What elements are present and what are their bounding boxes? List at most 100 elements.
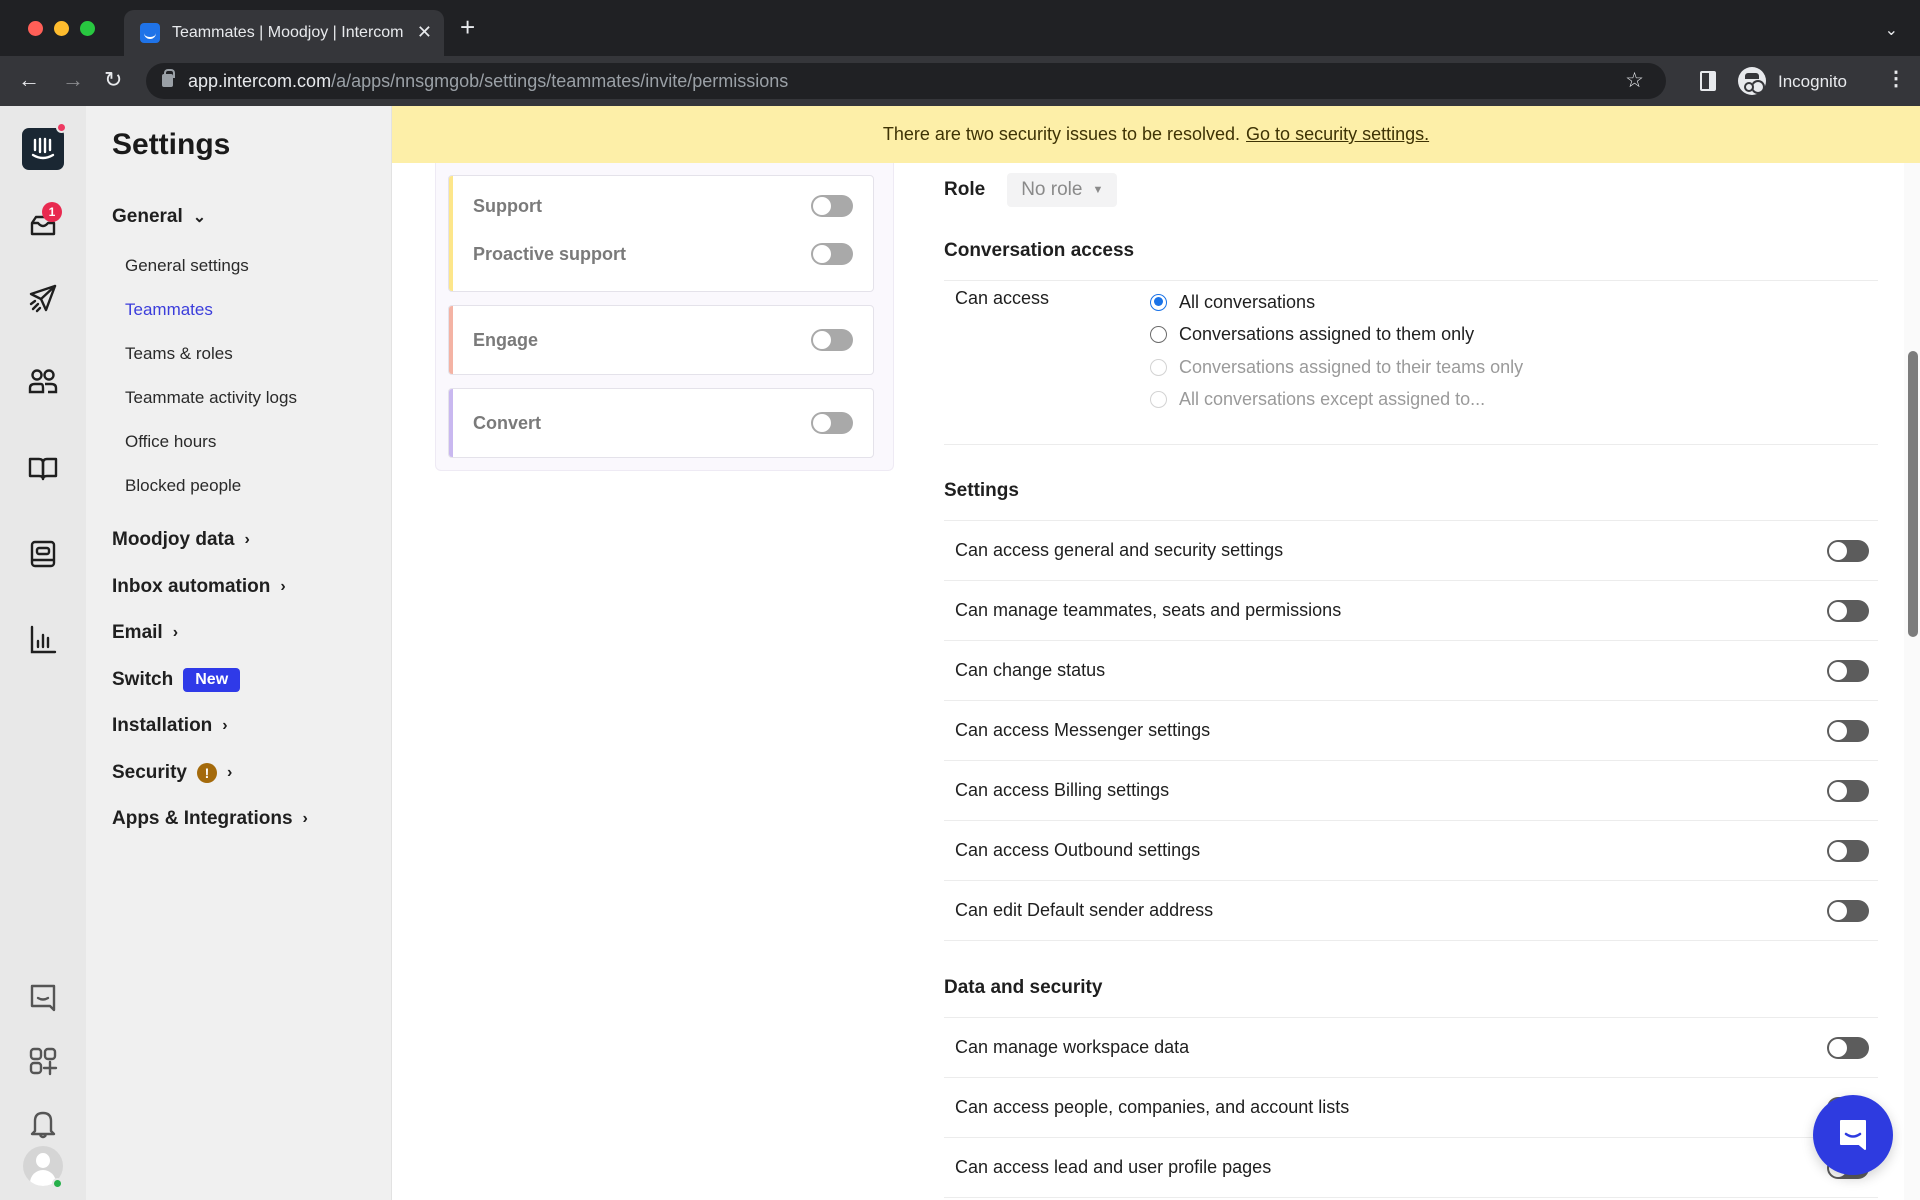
nav-item-teammate-activity-logs[interactable]: Teammate activity logs [125, 388, 297, 408]
convert-toggle[interactable] [811, 412, 853, 434]
radio-button [1150, 391, 1167, 409]
role-value: No role [1021, 179, 1083, 200]
nav-group-email[interactable]: Email › [112, 622, 178, 644]
back-arrow-icon[interactable]: ← [18, 68, 40, 92]
online-status-dot [52, 1178, 63, 1189]
nav-group-security[interactable]: Security ! › [112, 762, 232, 784]
billing-settings-toggle[interactable] [1827, 779, 1869, 802]
product-row-engage: Engage [473, 326, 853, 354]
nav-item-office-hours[interactable]: Office hours [125, 432, 216, 452]
data-security-title: Data and security [944, 977, 1103, 998]
minimize-window-button[interactable] [54, 21, 69, 36]
incognito-icon [1738, 67, 1766, 95]
browser-tab-strip: Teammates | Moodjoy | Intercom ✕ + ⌄ [0, 0, 1920, 56]
incognito-profile-button[interactable]: Incognito [1738, 65, 1880, 97]
nav-group-label: Inbox automation [112, 576, 271, 597]
notifications-bell-icon[interactable] [23, 1104, 63, 1144]
apps-add-icon[interactable] [23, 1041, 63, 1081]
nav-group-label: Email [112, 622, 163, 643]
nav-group-inbox-automation[interactable]: Inbox automation › [112, 576, 286, 598]
settings-section-title: Settings [944, 480, 1019, 501]
role-select[interactable]: No role ▼ [1007, 173, 1118, 207]
banner-text: There are two security issues to be reso… [882, 124, 1241, 144]
nav-item-blocked-people[interactable]: Blocked people [125, 476, 241, 496]
browser-menu-icon[interactable]: ⋮ [1886, 68, 1906, 90]
close-window-button[interactable] [28, 21, 43, 36]
browser-tab[interactable]: Teammates | Moodjoy | Intercom ✕ [124, 10, 444, 56]
address-bar[interactable]: app.intercom.com/a/apps/nnsgmgob/setting… [146, 63, 1666, 99]
radio-button[interactable] [1150, 293, 1167, 311]
nav-item-teammates[interactable]: Teammates [125, 300, 213, 320]
lock-icon[interactable] [162, 69, 175, 87]
workspace-data-toggle[interactable] [1827, 1036, 1869, 1059]
setting-row-change-status: Can change status [944, 641, 1878, 701]
tab-search-chevron-icon[interactable]: ⌄ [1885, 20, 1898, 40]
setting-label: Can access Messenger settings [955, 720, 1211, 740]
chevron-right-icon: › [172, 624, 179, 641]
general-security-toggle[interactable] [1827, 539, 1869, 562]
conversation-access-title: Conversation access [944, 240, 1135, 261]
product-label: Proactive support [473, 243, 627, 264]
reports-chart-icon[interactable] [23, 620, 63, 660]
engage-toggle[interactable] [811, 329, 853, 351]
radio-assigned-to-them[interactable]: Conversations assigned to them only [1150, 319, 1523, 352]
security-settings-link[interactable]: Go to security settings. [1246, 124, 1429, 145]
nav-group-general[interactable]: General ⌄ [112, 206, 206, 228]
setting-label: Can access general and security settings [955, 540, 1284, 560]
forward-arrow-icon[interactable]: → [62, 68, 84, 92]
url-text[interactable]: app.intercom.com/a/apps/nnsgmgob/setting… [188, 71, 788, 92]
reload-icon[interactable]: ↻ [104, 68, 122, 92]
product-card-support: Support Proactive support [448, 175, 874, 292]
nav-group-installation[interactable]: Installation › [112, 715, 228, 737]
contacts-icon[interactable] [23, 362, 63, 402]
setting-label: Can access Outbound settings [955, 840, 1201, 860]
outbound-settings-toggle[interactable] [1827, 839, 1869, 862]
product-label: Support [473, 195, 542, 216]
role-row: Role No role ▼ [944, 173, 1118, 207]
product-row-support: Support [473, 192, 853, 220]
help-desk-icon[interactable] [23, 534, 63, 574]
nav-group-moodjoy-data[interactable]: Moodjoy data › [112, 529, 250, 551]
product-card-convert: Convert [448, 388, 874, 458]
radio-label: Conversations assigned to their teams on… [1179, 356, 1524, 377]
close-tab-icon[interactable]: ✕ [417, 22, 432, 43]
warning-icon: ! [196, 763, 217, 783]
scrollbar-track[interactable] [1904, 163, 1920, 1200]
setting-label: Can change status [955, 660, 1106, 680]
scrollbar-thumb[interactable] [1908, 351, 1918, 637]
main-content: There are two security issues to be reso… [392, 106, 1920, 1200]
articles-book-icon[interactable] [23, 448, 63, 488]
browser-toolbar: ← → ↻ app.intercom.com/a/apps/nnsgmgob/s… [0, 56, 1920, 106]
messenger-settings-toggle[interactable] [1827, 719, 1869, 742]
incognito-label: Incognito [1778, 72, 1847, 91]
notification-dot [56, 122, 67, 133]
outbound-icon[interactable] [23, 278, 63, 318]
change-status-toggle[interactable] [1827, 659, 1869, 682]
manage-teammates-toggle[interactable] [1827, 599, 1869, 622]
radio-all-conversations[interactable]: All conversations [1150, 286, 1523, 319]
side-panel-icon[interactable] [1700, 71, 1716, 91]
nav-group-switch[interactable]: Switch New [112, 668, 241, 692]
setting-row-default-sender: Can edit Default sender address [944, 881, 1878, 941]
setting-label: Can manage workspace data [955, 1037, 1190, 1057]
new-tab-button[interactable]: + [460, 14, 475, 40]
bookmark-star-icon[interactable]: ☆ [1625, 68, 1644, 93]
messenger-launcher-button[interactable] [1813, 1095, 1893, 1175]
nav-group-label: General [112, 206, 183, 227]
nav-group-label: Security [112, 762, 187, 783]
intercom-logo-icon[interactable] [22, 128, 64, 170]
nav-group-label: Apps & Integrations [112, 808, 293, 829]
radio-button[interactable] [1150, 326, 1167, 344]
nav-item-teams-roles[interactable]: Teams & roles [125, 344, 233, 364]
nav-item-general-settings[interactable]: General settings [125, 256, 249, 276]
setting-row-manage-teammates: Can manage teammates, seats and permissi… [944, 581, 1878, 641]
maximize-window-button[interactable] [80, 21, 95, 36]
proactive-support-toggle[interactable] [811, 243, 853, 265]
messenger-icon[interactable] [23, 978, 63, 1018]
nav-group-apps-integrations[interactable]: Apps & Integrations › [112, 808, 308, 830]
icon-rail: 1 [0, 106, 86, 1200]
conversation-access-radio-group: All conversations Conversations assigned… [1150, 286, 1523, 416]
chevron-right-icon: › [222, 717, 228, 734]
default-sender-toggle[interactable] [1827, 899, 1869, 922]
support-toggle[interactable] [811, 195, 853, 217]
